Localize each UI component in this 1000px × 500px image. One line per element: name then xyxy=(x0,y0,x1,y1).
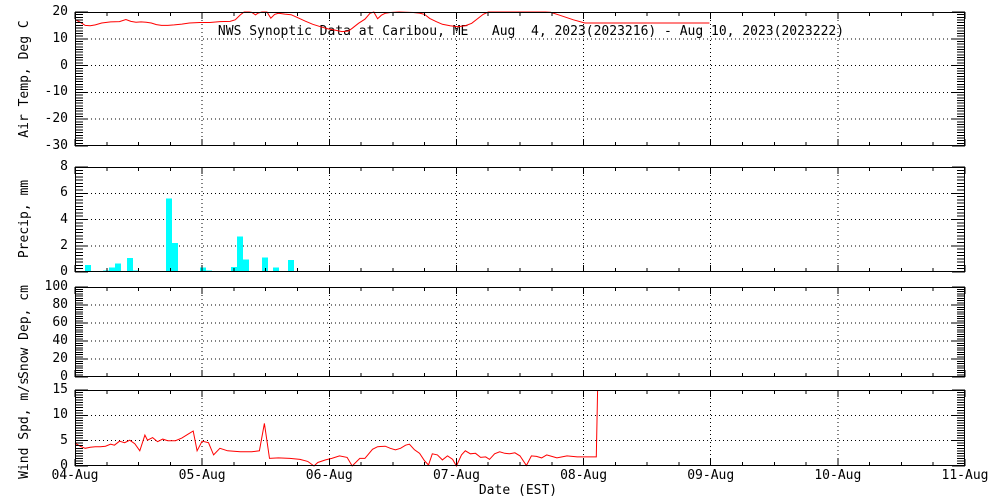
y-tick-label: 5 xyxy=(60,432,68,448)
precip-bar xyxy=(172,243,178,272)
y-tick-label: -30 xyxy=(44,138,68,153)
y-tick-label: 6 xyxy=(60,185,68,201)
plot-panel-wind-speed xyxy=(74,389,966,468)
y-tick-label: 2 xyxy=(60,237,68,253)
x-tick-label: 08-Aug xyxy=(560,468,608,483)
x-tick-label: 05-Aug xyxy=(178,468,226,483)
x-tick-label: 06-Aug xyxy=(305,468,353,483)
x-tick-label: 09-Aug xyxy=(687,468,735,483)
precip-bar xyxy=(115,263,122,272)
y-tick-label: 10 xyxy=(52,30,68,46)
precip-bar xyxy=(127,258,133,272)
plot-panel-air-temp xyxy=(74,11,966,147)
plot-panel-precip xyxy=(74,166,966,273)
y-tick-label: 20 xyxy=(52,351,68,366)
wind-speed-line xyxy=(74,389,599,468)
y-tick-label: 80 xyxy=(52,297,68,312)
plot-panel-snow-depth xyxy=(74,286,966,378)
x-tick-label: 04-Aug xyxy=(51,468,99,483)
synoptic-chart-figure: Air Temp, Deg C Precip, mm Snow Dep, cm … xyxy=(0,0,1000,500)
x-tick-label: 07-Aug xyxy=(432,468,480,483)
precip-bar xyxy=(262,257,269,272)
y-tick-label: 8 xyxy=(60,159,68,174)
x-tick-label: 11-Aug xyxy=(941,468,989,483)
y-tick-label: 15 xyxy=(52,382,68,397)
y-tick-label: -20 xyxy=(44,111,68,127)
precip-bar xyxy=(166,198,173,272)
y-tick-label: -10 xyxy=(44,84,68,100)
y-tick-label: 10 xyxy=(52,407,68,423)
precip-bar xyxy=(85,264,92,272)
x-tick-label: 10-Aug xyxy=(814,468,862,483)
y-tick-label: 20 xyxy=(52,4,68,19)
y-tick-label: 40 xyxy=(52,333,68,348)
y-tick-label: 60 xyxy=(52,315,68,330)
y-tick-label: 0 xyxy=(60,57,68,73)
x-axis-title: Date (EST) xyxy=(478,483,558,498)
precip-bar xyxy=(242,259,249,272)
y-tick-label: 4 xyxy=(60,211,68,227)
y-tick-label: 100 xyxy=(44,279,68,294)
precip-bar xyxy=(236,236,243,272)
precip-bar xyxy=(287,260,294,272)
y-tick-label: 0 xyxy=(60,264,68,279)
